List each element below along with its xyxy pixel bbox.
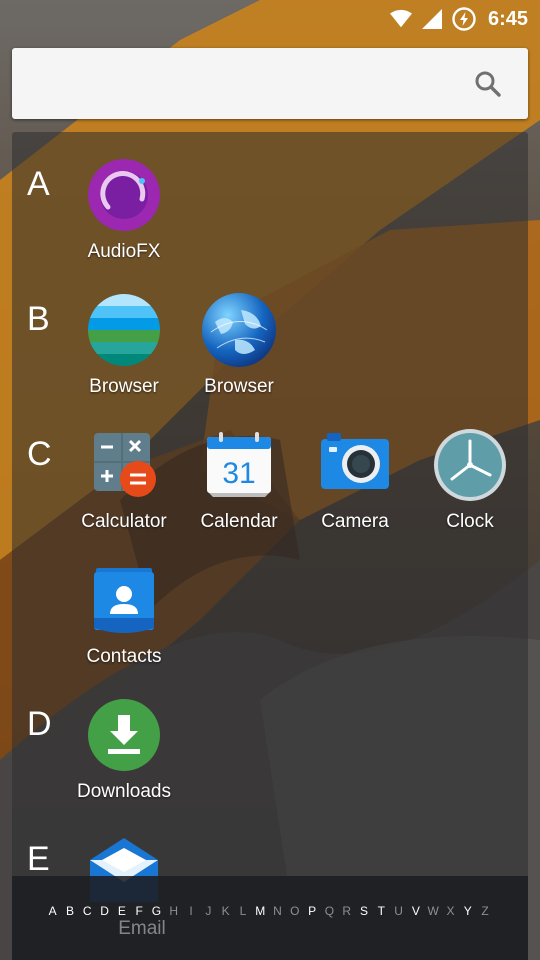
scrubber-letter-k[interactable]: K — [217, 904, 234, 918]
section-letter-a: A — [27, 165, 50, 203]
app-label: Downloads — [77, 781, 171, 802]
scrubber-letter-q[interactable]: Q — [321, 904, 338, 918]
scrubber-letter-g[interactable]: G — [148, 904, 165, 918]
calendar-icon: 31 — [207, 432, 271, 497]
scrubber-letter-f[interactable]: F — [130, 904, 147, 918]
app-label: Browser — [89, 376, 159, 397]
scrubber-letter-p[interactable]: P — [303, 904, 320, 918]
scrubber-letter-w[interactable]: W — [425, 904, 442, 918]
calculator-icon — [94, 433, 156, 497]
app-label: Calendar — [200, 511, 278, 532]
scrubber-letter-u[interactable]: U — [390, 904, 407, 918]
section-letter-e: E — [27, 840, 50, 878]
clock-icon — [434, 429, 506, 501]
clock-time: 6:45 — [487, 7, 528, 30]
globe-icon — [202, 293, 276, 367]
app-label: Browser — [204, 376, 274, 397]
contacts-icon — [94, 568, 154, 633]
scrubber-letter-x[interactable]: X — [442, 904, 459, 918]
scrubber-letter-z[interactable]: Z — [476, 904, 493, 918]
scrubber-letter-j[interactable]: J — [200, 904, 217, 918]
scrubber-letter-b[interactable]: B — [61, 904, 78, 918]
app-contacts[interactable]: Contacts — [66, 562, 182, 668]
app-camera[interactable]: Camera — [297, 427, 413, 533]
scrubber-letter-o[interactable]: O — [286, 904, 303, 918]
status-bar: 6:45 — [0, 0, 540, 38]
audiofx-icon — [88, 159, 160, 231]
app-browser-1[interactable]: Browser — [66, 292, 182, 398]
search-icon[interactable] — [472, 68, 504, 100]
app-calculator[interactable]: Calculator — [66, 427, 182, 533]
app-label: AudioFX — [87, 241, 161, 262]
scrubber-letter-c[interactable]: C — [79, 904, 96, 918]
download-icon — [88, 699, 160, 771]
scrubber-letter-y[interactable]: Y — [459, 904, 476, 918]
browser-stripes-icon — [88, 294, 160, 366]
scrubber-letter-v[interactable]: V — [407, 904, 424, 918]
search-bar[interactable] — [12, 48, 528, 119]
battery-charging-icon — [452, 7, 476, 31]
scrubber-letter-s[interactable]: S — [355, 904, 372, 918]
app-label: Clock — [446, 511, 494, 532]
section-letter-d: D — [27, 705, 52, 743]
scrubber-letter-r[interactable]: R — [338, 904, 355, 918]
calendar-day: 31 — [222, 457, 255, 490]
app-label: Contacts — [86, 646, 162, 667]
scrubber-letter-d[interactable]: D — [96, 904, 113, 918]
scrubber-letter-e[interactable]: E — [113, 904, 130, 918]
app-calendar[interactable]: 31 Calendar — [181, 427, 297, 533]
scrubber-letter-h[interactable]: H — [165, 904, 182, 918]
app-audiofx[interactable]: AudioFX — [66, 157, 182, 263]
camera-icon — [321, 433, 389, 489]
app-browser-2[interactable]: Browser — [181, 292, 297, 398]
scrubber-letter-i[interactable]: I — [182, 904, 199, 918]
scrubber-letter-n[interactable]: N — [269, 904, 286, 918]
wifi-icon — [389, 9, 412, 28]
app-label-email: Email — [118, 918, 166, 939]
scrubber-letter-t[interactable]: T — [373, 904, 390, 918]
app-clock[interactable]: Clock — [412, 427, 528, 533]
scrubber-letter-a[interactable]: A — [44, 904, 61, 918]
scrubber-letter-l[interactable]: L — [234, 904, 251, 918]
app-label: Calculator — [81, 511, 167, 532]
scrubber-letter-m[interactable]: M — [252, 904, 269, 918]
section-letter-b: B — [27, 300, 50, 338]
section-letter-c: C — [27, 435, 52, 473]
app-downloads[interactable]: Downloads — [66, 697, 182, 803]
app-label: Camera — [321, 511, 389, 532]
signal-icon — [421, 9, 442, 29]
